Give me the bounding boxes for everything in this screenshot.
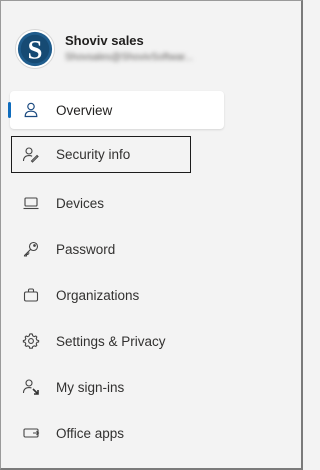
sidebar-item-settings-privacy[interactable]: Settings & Privacy xyxy=(10,322,224,360)
sidebar-panel: S Shoviv sales Shovsales@ShovivSoftwar..… xyxy=(0,0,303,470)
sidebar-item-label: Settings & Privacy xyxy=(56,333,166,349)
person-icon xyxy=(22,101,40,119)
svg-text:S: S xyxy=(28,35,43,65)
shoviv-logo-icon: S xyxy=(17,31,53,67)
briefcase-icon xyxy=(22,286,40,304)
avatar[interactable]: S xyxy=(15,29,55,69)
sidebar-item-my-sign-ins[interactable]: My sign-ins xyxy=(10,368,224,406)
gear-icon xyxy=(22,332,40,350)
sidebar-item-label: Office apps xyxy=(56,425,125,441)
person-key-icon xyxy=(22,146,40,164)
sidebar-item-label: Password xyxy=(56,241,116,257)
profile-email: Shovsales@ShovivSoftwar... xyxy=(65,51,193,63)
sidebar-item-label: My sign-ins xyxy=(56,379,125,395)
profile-header: S Shoviv sales Shovsales@ShovivSoftwar..… xyxy=(15,29,193,69)
sidebar-item-security-info[interactable]: Security info xyxy=(11,136,191,173)
sidebar-item-organizations[interactable]: Organizations xyxy=(10,276,224,314)
sidebar-item-label: Organizations xyxy=(56,287,140,303)
sidebar-item-devices[interactable]: Devices xyxy=(10,184,224,222)
sidebar-item-office-apps[interactable]: Office apps xyxy=(10,414,224,452)
apps-icon xyxy=(22,424,40,442)
sidebar-item-overview[interactable]: Overview xyxy=(8,91,224,129)
person-sign-in-icon xyxy=(22,378,40,396)
sidebar-item-label: Security info xyxy=(56,147,131,162)
profile-name: Shoviv sales xyxy=(65,32,144,48)
laptop-icon xyxy=(22,194,40,212)
sidebar-item-password[interactable]: Password xyxy=(10,230,224,268)
key-icon xyxy=(22,240,40,258)
sidebar-item-label: Overview xyxy=(56,102,113,118)
active-indicator xyxy=(8,102,11,118)
sidebar-item-label: Devices xyxy=(56,195,105,211)
